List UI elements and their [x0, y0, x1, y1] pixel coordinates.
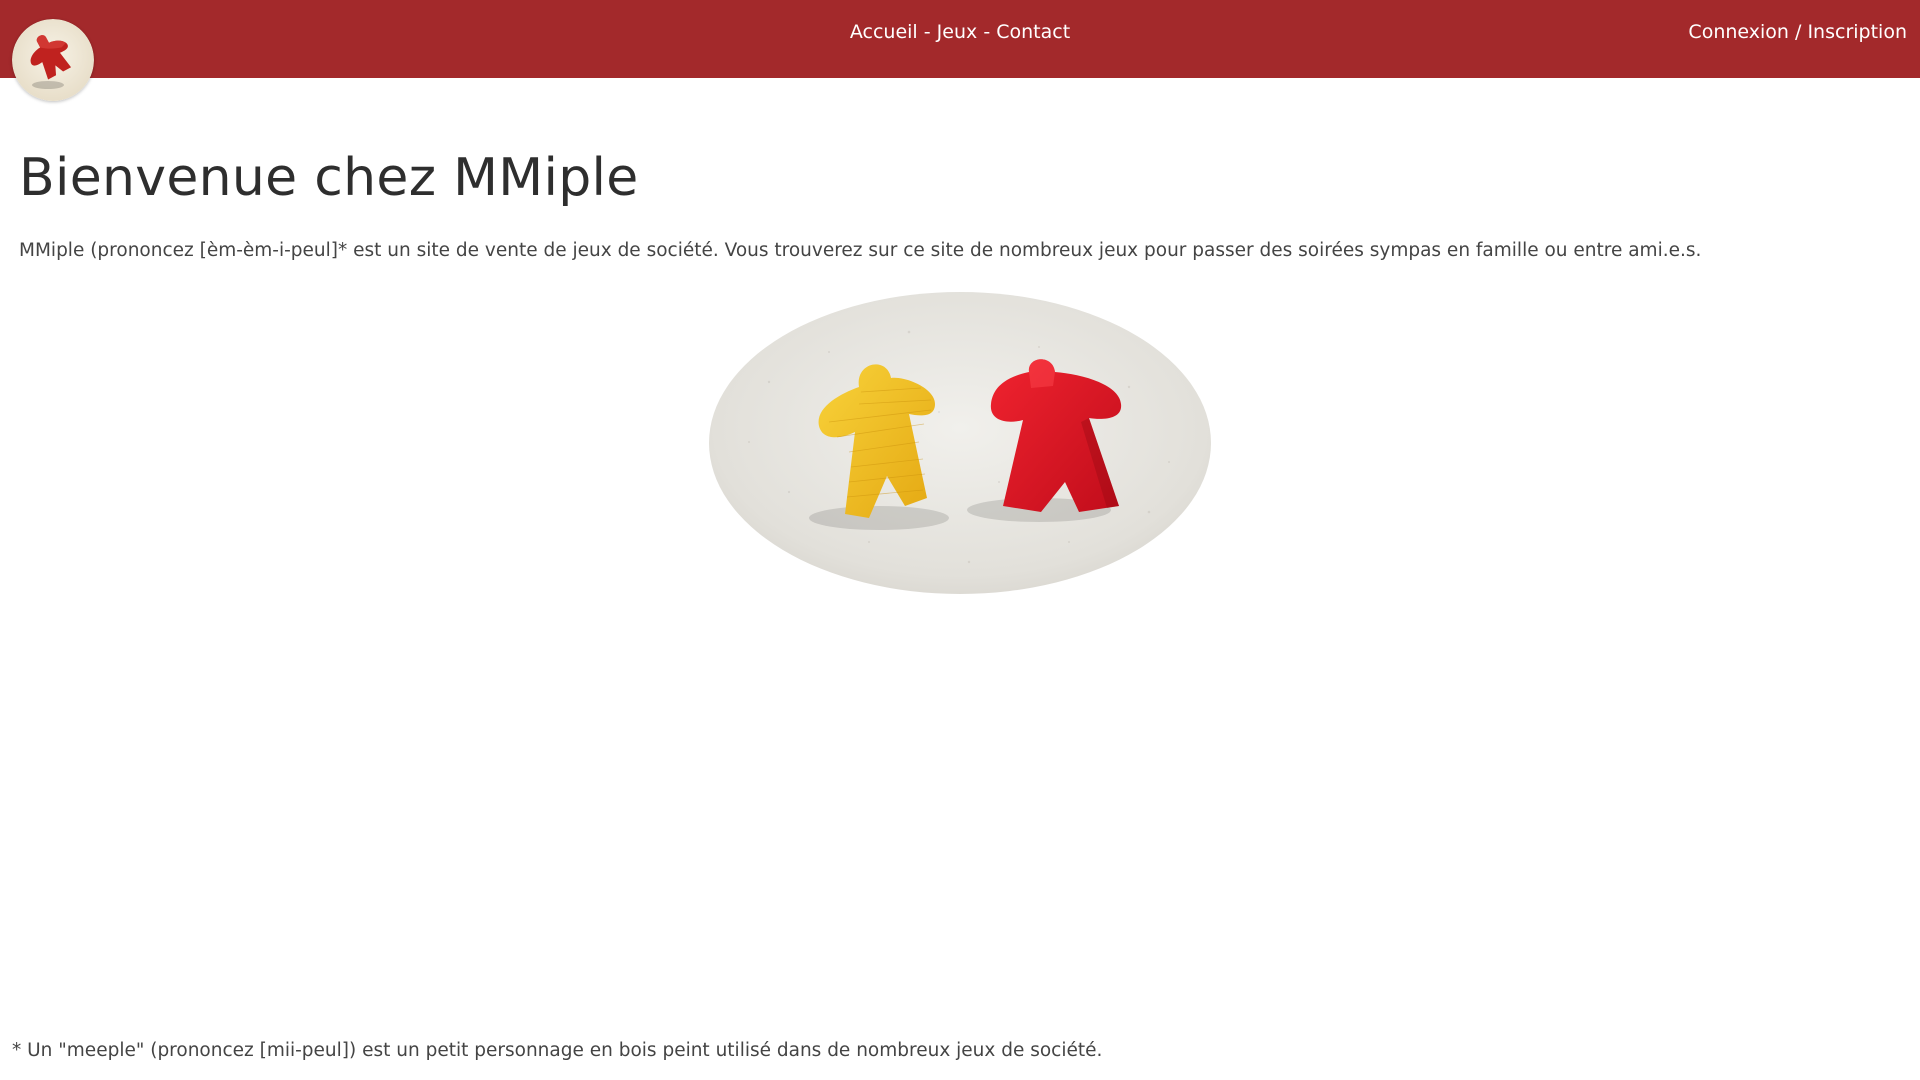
- nav-link-games[interactable]: Jeux: [937, 21, 978, 43]
- auth-separator: /: [1795, 21, 1808, 43]
- meeple-logo-icon: [12, 19, 94, 101]
- nav-link-contact[interactable]: Contact: [996, 21, 1070, 43]
- nav-link-home[interactable]: Accueil: [850, 21, 918, 43]
- page-title: Bienvenue chez MMiple: [19, 148, 639, 208]
- footnote: * Un "meeple" (prononcez [mii-peul]) est…: [12, 1040, 1103, 1061]
- site-logo[interactable]: [12, 19, 94, 101]
- signup-link[interactable]: Inscription: [1807, 21, 1907, 43]
- meeples-illustration: [709, 292, 1211, 594]
- hero-image: [709, 292, 1211, 594]
- intro-paragraph: MMiple (prononcez [èm-èm-i-peul]* est un…: [19, 240, 1702, 261]
- login-link[interactable]: Connexion: [1688, 21, 1789, 43]
- auth-links: Connexion / Inscription: [1688, 21, 1907, 43]
